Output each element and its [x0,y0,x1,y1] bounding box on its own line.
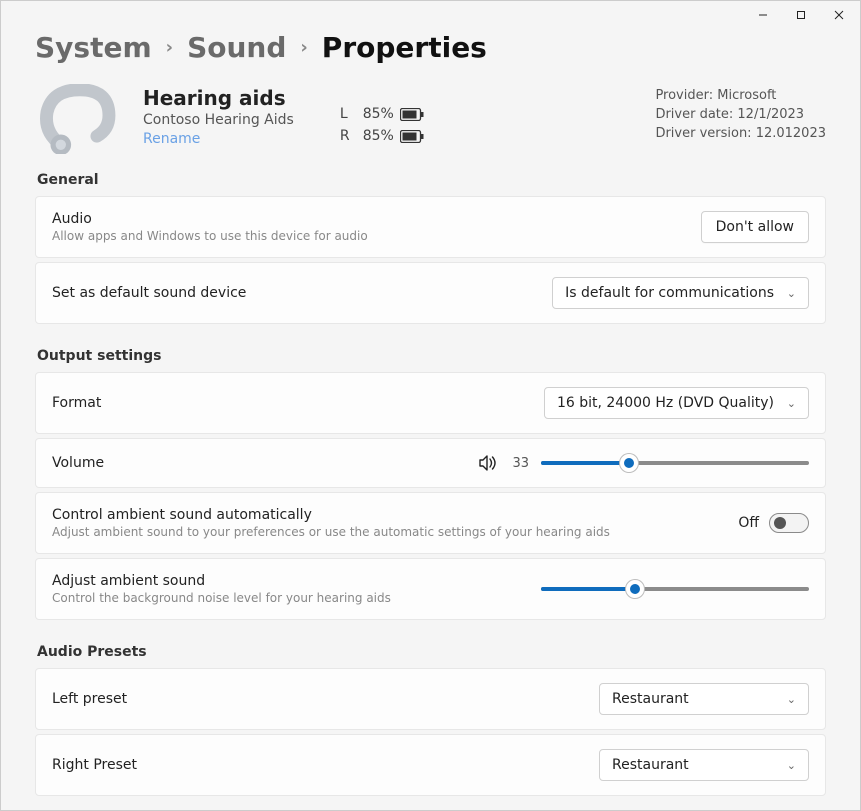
chevron-right-icon: › [166,37,173,58]
left-preset-select[interactable]: Restaurant ⌄ [599,683,809,715]
default-title: Set as default sound device [52,285,246,301]
maximize-button[interactable] [788,5,814,25]
titlebar [1,1,860,29]
audio-sub: Allow apps and Windows to use this devic… [52,229,368,243]
breadcrumb-system[interactable]: System [35,31,152,64]
breadcrumb-sound[interactable]: Sound [187,31,286,64]
battery-icon [400,130,424,143]
ambient-adj-sub: Control the background noise level for y… [52,591,391,605]
minimize-button[interactable] [750,5,776,25]
ambient-auto-sub: Adjust ambient sound to your preferences… [52,525,610,539]
driver-date: Driver date: 12/1/2023 [655,107,826,122]
volume-title: Volume [52,455,104,471]
window: System › Sound › Properties Hearing aids… [0,0,861,811]
left-preset-value: Restaurant [612,691,689,707]
driver-info: Provider: Microsoft Driver date: 12/1/20… [655,84,826,141]
section-output: Output settings [37,348,826,364]
chevron-down-icon: ⌄ [787,287,796,300]
audio-title: Audio [52,211,368,227]
card-right-preset: Right Preset Restaurant ⌄ [35,734,826,796]
close-button[interactable] [826,5,852,25]
battery-icon [400,108,424,121]
chevron-right-icon: › [300,37,307,58]
ambient-adj-title: Adjust ambient sound [52,573,391,589]
format-value: 16 bit, 24000 Hz (DVD Quality) [557,395,774,411]
battery-left-letter: L [340,106,352,122]
volume-slider[interactable] [541,454,809,472]
driver-version: Driver version: 12.012023 [655,126,826,141]
content: System › Sound › Properties Hearing aids… [1,29,860,810]
device-header: Hearing aids Contoso Hearing Aids Rename… [35,84,826,154]
default-device-select[interactable]: Is default for communications ⌄ [552,277,809,309]
dont-allow-button[interactable]: Don't allow [701,211,809,243]
ambient-slider[interactable] [541,580,809,598]
card-volume: Volume 33 [35,438,826,488]
breadcrumb: System › Sound › Properties [35,31,826,64]
speaker-icon[interactable] [477,453,497,473]
battery-left: L 85% [340,106,424,122]
battery-right: R 85% [340,128,424,144]
right-preset-select[interactable]: Restaurant ⌄ [599,749,809,781]
battery-block: L 85% R 85% [340,84,424,144]
card-ambient-auto: Control ambient sound automatically Adju… [35,492,826,554]
card-left-preset: Left preset Restaurant ⌄ [35,668,826,730]
section-general: General [37,172,826,188]
battery-left-pct: 85% [358,106,394,122]
breadcrumb-current: Properties [322,31,487,64]
chevron-down-icon: ⌄ [787,759,796,772]
default-text: Set as default sound device [52,285,246,301]
device-manufacturer: Contoso Hearing Aids [143,112,294,128]
right-preset-title: Right Preset [52,757,137,773]
device-name: Hearing aids [143,86,294,110]
card-audio-text: Audio Allow apps and Windows to use this… [52,211,368,243]
right-preset-value: Restaurant [612,757,689,773]
card-default-device: Set as default sound device Is default f… [35,262,826,324]
ambient-auto-state: Off [738,515,759,531]
battery-right-pct: 85% [358,128,394,144]
chevron-down-icon: ⌄ [787,397,796,410]
section-presets: Audio Presets [37,644,826,660]
device-info: Hearing aids Contoso Hearing Aids Rename [143,84,294,147]
default-device-value: Is default for communications [565,285,774,301]
ambient-auto-toggle[interactable] [769,513,809,533]
volume-number: 33 [509,456,529,471]
chevron-down-icon: ⌄ [787,693,796,706]
ambient-auto-title: Control ambient sound automatically [52,507,610,523]
rename-link[interactable]: Rename [143,131,200,147]
card-format: Format 16 bit, 24000 Hz (DVD Quality) ⌄ [35,372,826,434]
format-select[interactable]: 16 bit, 24000 Hz (DVD Quality) ⌄ [544,387,809,419]
card-audio: Audio Allow apps and Windows to use this… [35,196,826,258]
format-title: Format [52,395,101,411]
card-ambient-adjust: Adjust ambient sound Control the backgro… [35,558,826,620]
battery-right-letter: R [340,128,352,144]
left-preset-title: Left preset [52,691,127,707]
driver-provider: Provider: Microsoft [655,88,826,103]
hearing-aid-icon [35,84,121,154]
